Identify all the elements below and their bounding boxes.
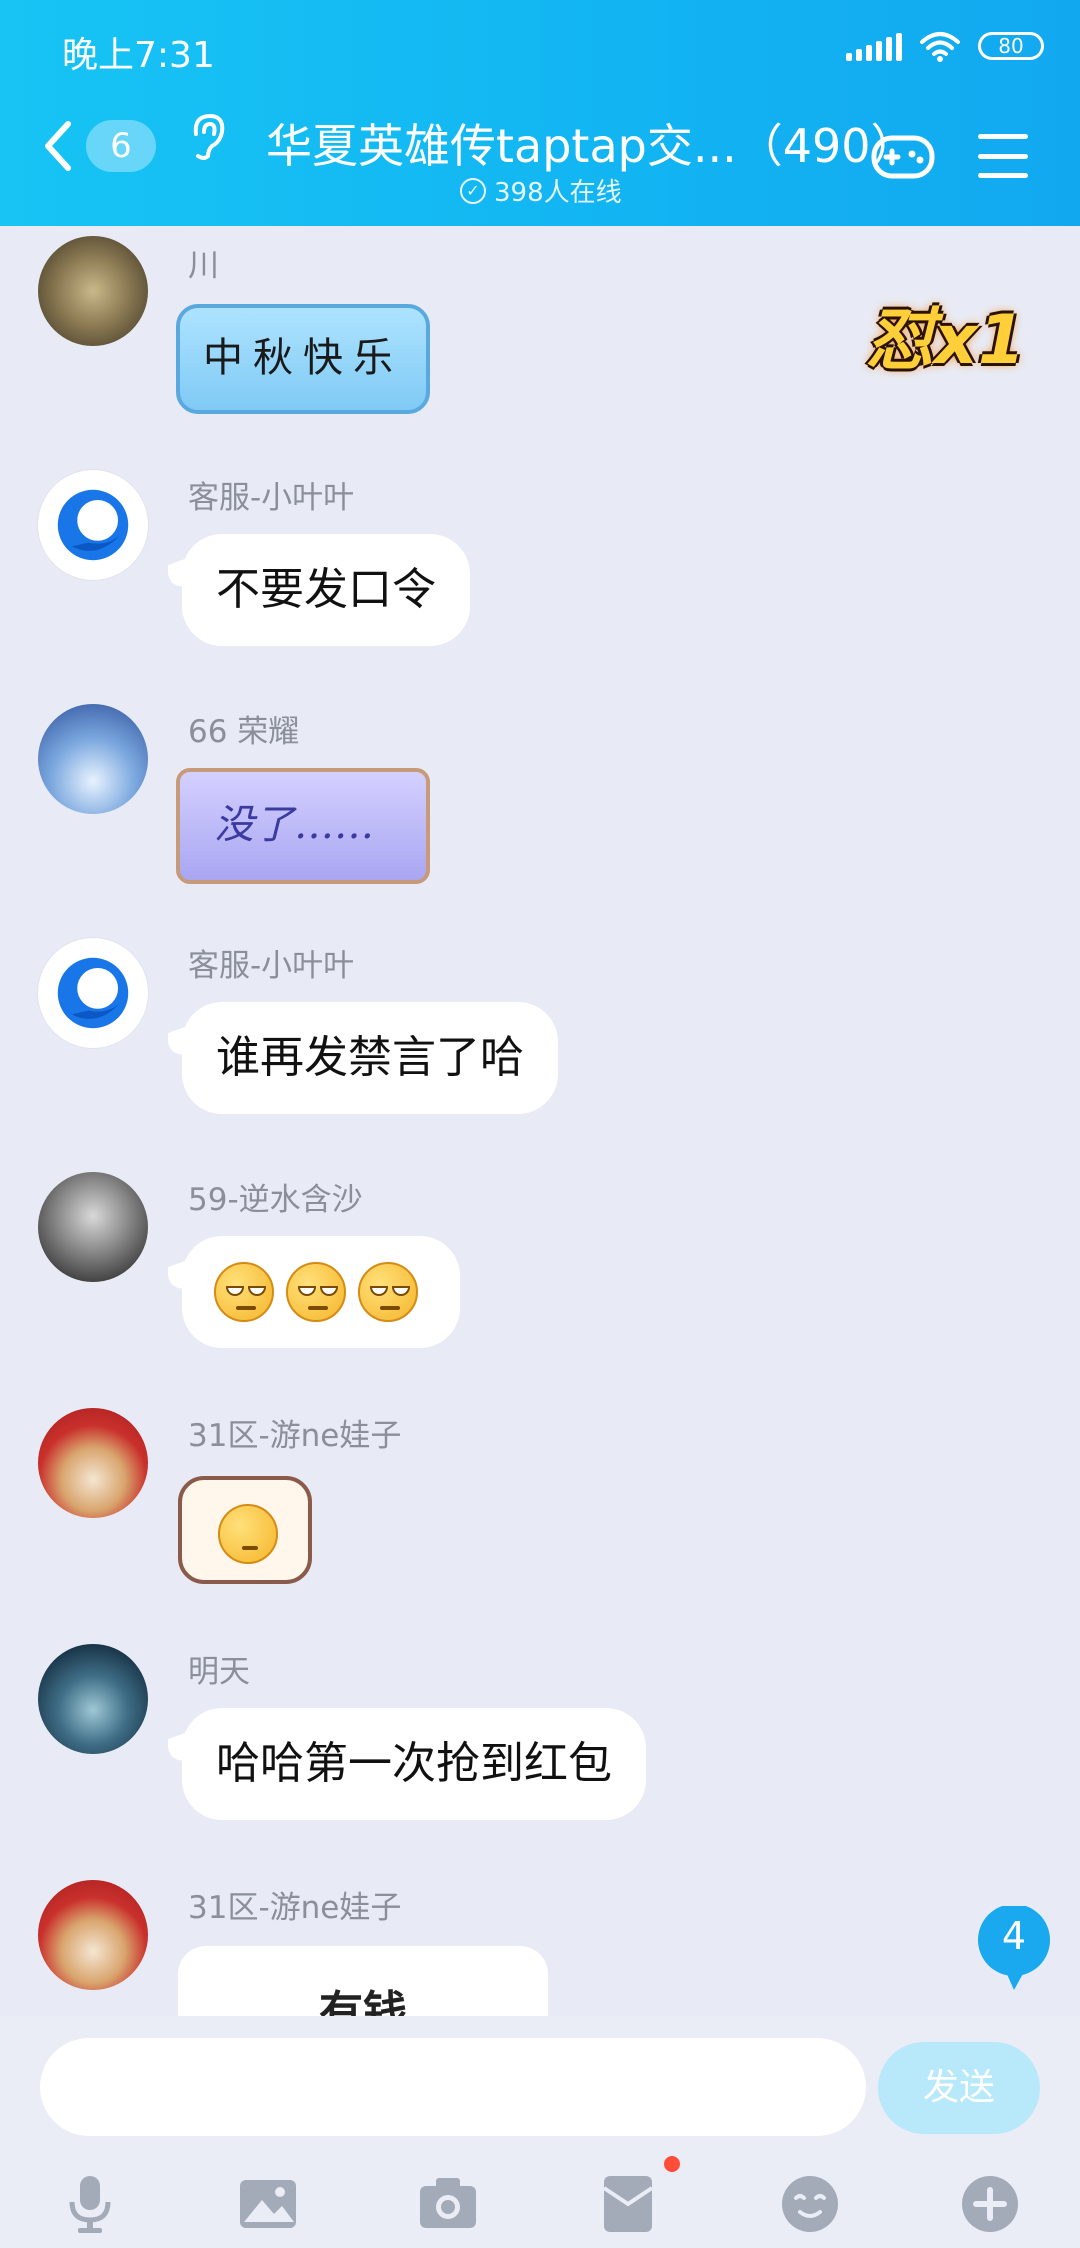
message-bubble[interactable]: 有钱 [178, 1946, 548, 2016]
status-time: 晚上7:31 [62, 35, 215, 76]
battery-icon: 80 [978, 32, 1044, 60]
avatar[interactable] [38, 1644, 148, 1754]
online-count: ✓ 398人在线 [460, 172, 622, 209]
group-title[interactable]: 华夏英雄传taptap交...（490） [266, 110, 917, 176]
red-packet-icon[interactable] [596, 2172, 660, 2236]
chevron-left-icon [45, 121, 71, 171]
smirk-emoji-icon [358, 1262, 418, 1322]
gamepad-icon[interactable] [870, 128, 936, 182]
message-bubble[interactable]: 谁再发禁言了哈 [182, 1002, 558, 1114]
menu-line [978, 173, 1028, 178]
ear-icon[interactable] [186, 112, 230, 162]
qq-logo-icon [57, 489, 129, 561]
chat-header: 晚上7:31 80 6 华夏英雄传taptap交...（490） ✓ 398人在… [0, 0, 1080, 226]
sender-name: 66 荣耀 [188, 714, 300, 750]
message-bubble[interactable] [182, 1236, 460, 1348]
sleepy-emoji-icon [218, 1504, 278, 1564]
message-text: 有钱 [319, 1987, 407, 2016]
message-bubble[interactable]: 不要发口令 [182, 534, 470, 646]
toolbar [0, 2154, 1080, 2244]
menu-line [978, 134, 1028, 139]
signal-icon [846, 31, 902, 61]
sticker-bubble[interactable]: 没了…… [176, 768, 430, 884]
menu-line [978, 153, 1028, 159]
avatar[interactable] [38, 1880, 148, 1990]
avatar[interactable] [38, 470, 148, 580]
unread-count-badge: 6 [86, 120, 156, 172]
camera-icon[interactable] [416, 2172, 480, 2236]
composer: 发送 [0, 2016, 1080, 2248]
avatar[interactable] [38, 1408, 148, 1518]
sender-name: 明天 [188, 1654, 250, 1690]
send-button[interactable]: 发送 [878, 2042, 1040, 2134]
message-bubble[interactable]: 哈哈第一次抢到红包 [182, 1708, 646, 1820]
plus-icon[interactable] [958, 2172, 1022, 2236]
smirk-emoji-icon [214, 1262, 274, 1322]
sender-name: 31区-游ne娃子 [188, 1418, 402, 1454]
sender-name: 川 [188, 248, 219, 284]
wifi-icon [920, 32, 960, 62]
new-message-count: 4 [1001, 1914, 1027, 1958]
back-button[interactable]: 6 [40, 118, 156, 174]
check-circle-icon: ✓ [460, 177, 486, 204]
notification-dot [664, 2156, 680, 2172]
smirk-emoji-icon [286, 1262, 346, 1322]
sender-name: 客服-小叶叶 [188, 480, 355, 516]
avatar[interactable] [38, 236, 148, 346]
sticker-bubble[interactable]: 中秋快乐 [176, 304, 430, 414]
sender-name: 31区-游ne娃子 [188, 1890, 402, 1926]
sender-name: 59-逆水含沙 [188, 1182, 363, 1218]
sender-name: 客服-小叶叶 [188, 948, 355, 984]
online-count-label: 398人在线 [494, 178, 622, 208]
avatar[interactable] [38, 1172, 148, 1282]
sticker-bubble[interactable] [178, 1476, 312, 1584]
status-icons: 80 [846, 30, 1044, 62]
emoji-icon[interactable] [778, 2172, 842, 2236]
qq-logo-icon [57, 957, 129, 1029]
new-message-badge[interactable]: 4 [978, 1904, 1080, 2018]
message-input[interactable] [40, 2038, 866, 2136]
image-icon[interactable] [236, 2172, 300, 2236]
combo-badge: 怼x1 [866, 301, 1026, 380]
avatar[interactable] [38, 704, 148, 814]
menu-button[interactable] [978, 134, 1028, 178]
message-list[interactable]: 川 中秋快乐 怼x1 客服-小叶叶 不要发口令 66 荣耀 没了…… 客服-小叶… [0, 226, 1080, 2016]
mic-icon[interactable] [58, 2172, 122, 2236]
avatar[interactable] [38, 938, 148, 1048]
